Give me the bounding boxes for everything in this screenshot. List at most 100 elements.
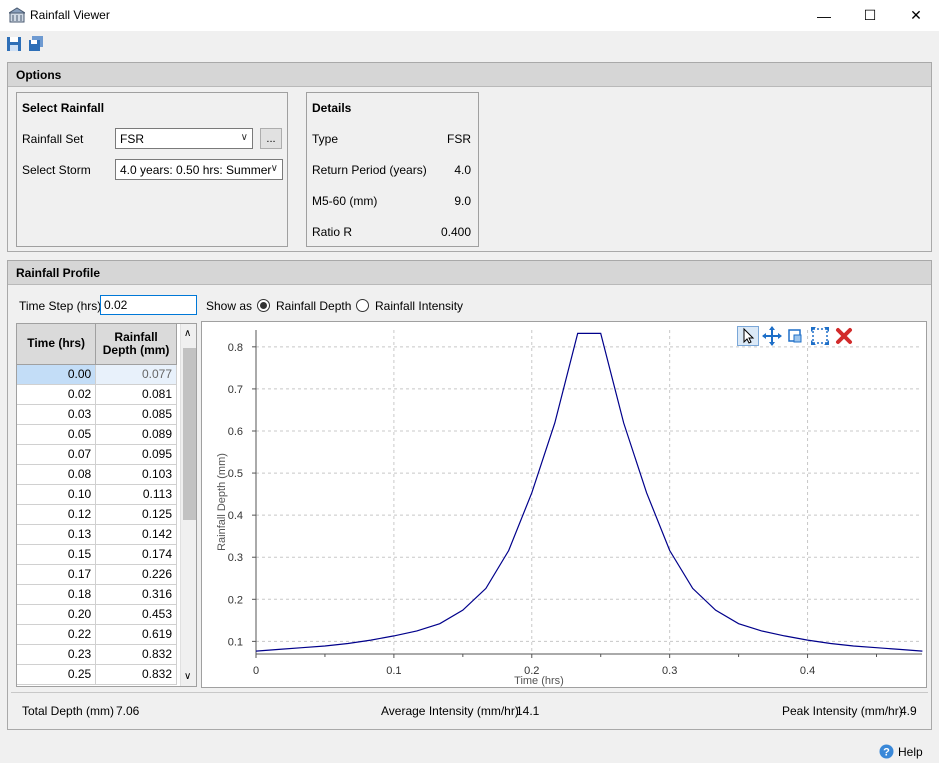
cell-depth[interactable]: 0.089 <box>95 424 177 445</box>
cell-time[interactable]: 0.20 <box>17 604 97 625</box>
select-storm-label: Select Storm <box>22 163 91 177</box>
cell-time[interactable]: 0.13 <box>17 524 97 545</box>
pan-icon[interactable] <box>762 326 782 346</box>
zoom-extents-icon[interactable] <box>810 326 830 346</box>
table-row[interactable]: 0.20 0.453 <box>17 604 177 625</box>
table-row[interactable]: 0.03 0.085 <box>17 404 177 425</box>
cell-time[interactable]: 0.12 <box>17 504 97 525</box>
cell-time[interactable]: 0.17 <box>17 564 97 585</box>
time-step-label: Time Step (hrs) <box>19 299 102 313</box>
rainfall-set-label: Rainfall Set <box>22 132 84 146</box>
help-link[interactable]: ? Help <box>879 744 923 759</box>
cell-depth[interactable]: 0.142 <box>95 524 177 545</box>
chevron-down-icon: ∨ <box>240 132 248 143</box>
time-step-input[interactable]: 0.02 <box>100 295 197 315</box>
peak-intensity-value: 4.9 <box>900 704 917 718</box>
table-row[interactable]: 0.17 0.226 <box>17 564 177 585</box>
cell-depth[interactable]: 0.832 <box>95 664 177 685</box>
cell-time[interactable]: 0.05 <box>17 424 97 445</box>
table-row[interactable]: 0.12 0.125 <box>17 504 177 525</box>
cell-depth[interactable]: 0.453 <box>95 604 177 625</box>
table-row[interactable]: 0.10 0.113 <box>17 484 177 505</box>
cell-time[interactable]: 0.10 <box>17 484 97 505</box>
table-row[interactable]: 0.00 0.077 <box>17 364 177 385</box>
table-row[interactable]: 0.15 0.174 <box>17 544 177 565</box>
cell-time[interactable]: 0.08 <box>17 464 97 485</box>
cell-depth[interactable]: 0.316 <box>95 584 177 605</box>
help-label: Help <box>898 744 923 759</box>
select-storm-value: 4.0 years: 0.50 hrs: Summer <box>120 162 272 177</box>
cell-depth[interactable]: 0.226 <box>95 564 177 585</box>
column-header-time[interactable]: Time (hrs) <box>17 324 97 365</box>
cell-depth[interactable]: 0.085 <box>95 404 177 425</box>
title-bar <box>0 0 939 31</box>
cell-depth[interactable]: 0.832 <box>95 644 177 665</box>
cell-depth[interactable]: 0.125 <box>95 504 177 525</box>
minimize-button[interactable]: — <box>801 0 847 31</box>
scroll-thumb[interactable] <box>183 348 196 520</box>
rainfall-set-select[interactable]: FSR ∨ <box>115 128 253 149</box>
rainfall-chart: 0.10.20.30.40.50.60.70.80 0.1 0.2 0.3 0.4Tim… <box>216 330 923 687</box>
zoom-box-icon[interactable] <box>786 326 806 346</box>
cell-depth[interactable]: 0.103 <box>95 464 177 485</box>
y-tick-label: 0.4 <box>228 510 243 522</box>
y-axis-label: Rainfall Depth (mm) <box>216 453 228 551</box>
cell-time[interactable]: 0.18 <box>17 584 97 605</box>
show-as-label: Show as <box>206 299 253 313</box>
table-scrollbar[interactable]: ∧ ∨ <box>180 324 196 686</box>
close-button[interactable]: ✕ <box>893 0 939 31</box>
save-all-icon[interactable] <box>28 36 44 52</box>
cell-time[interactable]: 0.22 <box>17 624 97 645</box>
detail-m5-60-label: M5-60 (mm) <box>312 194 378 208</box>
cell-depth[interactable]: 0.077 <box>95 364 177 385</box>
cell-depth[interactable]: 0.619 <box>95 624 177 645</box>
x-tick-label: 0.4 <box>800 665 815 677</box>
svg-text:?: ? <box>883 747 890 759</box>
cell-time[interactable]: 0.02 <box>17 384 97 405</box>
pointer-tool-button[interactable] <box>737 326 759 346</box>
table-row[interactable]: 0.25 0.832 <box>17 664 177 685</box>
clear-zoom-icon[interactable] <box>834 326 854 346</box>
cell-time[interactable]: 0.25 <box>17 664 97 685</box>
y-tick-label: 0.6 <box>228 426 243 438</box>
table-row[interactable]: 0.23 0.832 <box>17 644 177 665</box>
options-header: Options <box>8 63 931 87</box>
detail-ratio-r-label: Ratio R <box>312 225 353 239</box>
table-row[interactable]: 0.13 0.142 <box>17 524 177 545</box>
maximize-button[interactable]: ☐ <box>847 0 893 31</box>
detail-return-period-value: 4.0 <box>454 163 471 177</box>
peak-intensity-label: Peak Intensity (mm/hr) <box>782 704 903 718</box>
rainfall-intensity-radio-label[interactable]: Rainfall Intensity <box>375 299 463 313</box>
details-title: Details <box>312 101 352 115</box>
rainfall-depth-radio-label[interactable]: Rainfall Depth <box>276 299 351 313</box>
total-depth-label: Total Depth (mm) <box>22 704 115 718</box>
cell-depth[interactable]: 0.095 <box>95 444 177 465</box>
cell-time[interactable]: 0.23 <box>17 644 97 665</box>
save-icon[interactable] <box>6 36 22 52</box>
chart-area: 0.1 0.2 0.3 0.4 0.5 0.6 0.7 0.8 0 0.1 0.2 0.3 0.4 Tim… <box>201 321 927 688</box>
cell-time[interactable]: 0.00 <box>17 364 97 385</box>
rainfall-intensity-radio[interactable] <box>356 299 369 312</box>
y-tick-label: 0.5 <box>228 468 243 480</box>
browse-rainfall-button[interactable]: ... <box>260 128 282 149</box>
table-row[interactable]: 0.08 0.103 <box>17 464 177 485</box>
cell-depth[interactable]: 0.174 <box>95 544 177 565</box>
table-row[interactable]: 0.05 0.089 <box>17 424 177 445</box>
x-tick-label: 0.3 <box>662 665 677 677</box>
table-row[interactable]: 0.22 0.619 <box>17 624 177 645</box>
average-intensity-label: Average Intensity (mm/hr) <box>381 704 519 718</box>
cell-depth[interactable]: 0.113 <box>95 484 177 505</box>
table-row[interactable]: 0.18 0.316 <box>17 584 177 605</box>
table-row[interactable]: 0.07 0.095 <box>17 444 177 465</box>
cell-time[interactable]: 0.15 <box>17 544 97 565</box>
cell-depth[interactable]: 0.081 <box>95 384 177 405</box>
scroll-up-icon[interactable]: ∧ <box>184 328 191 339</box>
scroll-down-icon[interactable]: ∨ <box>184 671 191 682</box>
table-row[interactable]: 0.02 0.081 <box>17 384 177 405</box>
column-header-depth[interactable]: Rainfall Depth (mm) <box>95 324 177 365</box>
rainfall-depth-radio[interactable] <box>257 299 270 312</box>
cell-time[interactable]: 0.03 <box>17 404 97 425</box>
select-storm-select[interactable]: 4.0 years: 0.50 hrs: Summer ∨ <box>115 159 283 180</box>
cell-time[interactable]: 0.07 <box>17 444 97 465</box>
x-tick-label: 0 <box>253 665 259 677</box>
